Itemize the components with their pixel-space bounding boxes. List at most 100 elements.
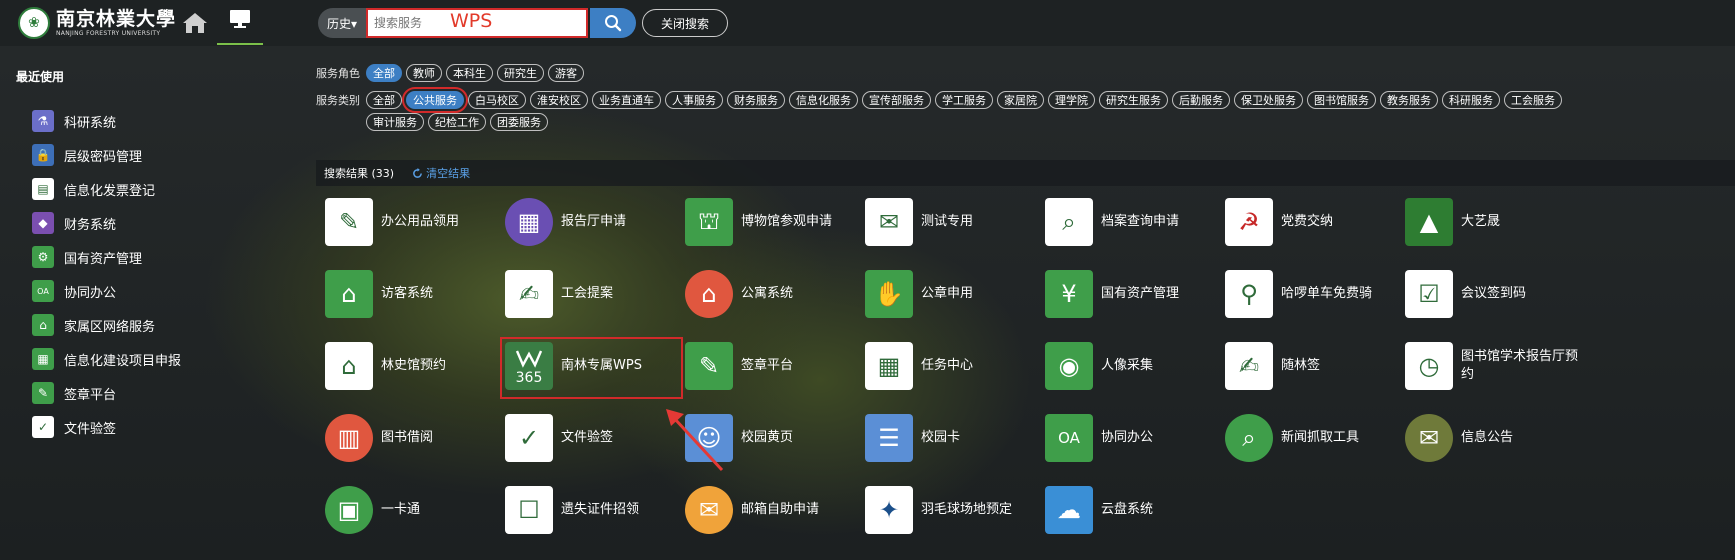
app-label: 一卡通 xyxy=(381,502,421,517)
recent-item[interactable]: ⚗ 科研系统 xyxy=(32,104,181,138)
filter-chip[interactable]: 淮安校区 xyxy=(530,91,588,109)
app-tile[interactable]: ☐ 遗失证件招领 xyxy=(505,484,695,536)
filter-chip[interactable]: 白马校区 xyxy=(468,91,526,109)
app-tile[interactable]: ✉ 信息公告 xyxy=(1405,412,1595,464)
app-tile[interactable]: ▦ 任务中心 xyxy=(865,340,1055,392)
filter-chip[interactable]: 宣传部服务 xyxy=(862,91,931,109)
filter-chip[interactable]: 全部 xyxy=(366,64,402,82)
filter-chip[interactable]: 纪检工作 xyxy=(428,113,486,131)
filter-chip[interactable]: 审计服务 xyxy=(366,113,424,131)
app-label: 人像采集 xyxy=(1101,358,1154,373)
app-tile[interactable]: ✦ 羽毛球场地预定 xyxy=(865,484,1055,536)
app-tile[interactable]: ✉ 测试专用 xyxy=(865,196,1055,248)
filter-chip[interactable]: 信息化服务 xyxy=(789,91,858,109)
filter-chip[interactable]: 全部 xyxy=(366,91,402,109)
app-tile[interactable]: ⌕ 档案查询申请 xyxy=(1045,196,1235,248)
app-tile[interactable]: ✎ 办公用品领用 xyxy=(325,196,515,248)
house-clock-icon: ⌂ xyxy=(325,342,373,390)
close-search-button[interactable]: 关闭搜索 xyxy=(642,9,728,37)
filter-chip[interactable]: 家居院 xyxy=(997,91,1044,109)
filter-chip[interactable]: 业务直通车 xyxy=(592,91,661,109)
card-badge-icon: ▣ xyxy=(325,486,373,534)
app-tile[interactable]: ✋ 公章申用 xyxy=(865,268,1055,320)
app-tile[interactable]: ✍ 工会提案 xyxy=(505,268,695,320)
recent-item[interactable]: 🔒 层级密码管理 xyxy=(32,138,181,172)
filter-chip[interactable]: 工会服务 xyxy=(1504,91,1562,109)
filter-chip[interactable]: 公共服务 xyxy=(402,87,468,113)
app-label: 公章申用 xyxy=(921,286,974,301)
filter-chip[interactable]: 人事服务 xyxy=(665,91,723,109)
university-logo[interactable]: ❀ 南京林業大學 NANJING FORESTRY UNIVERSITY xyxy=(18,7,176,39)
home-icon[interactable] xyxy=(182,12,208,34)
app-tile[interactable]: ☁ 云盘系统 xyxy=(1045,484,1235,536)
recent-item[interactable]: ⚙ 国有资产管理 xyxy=(32,240,181,274)
filter-chip[interactable]: 游客 xyxy=(548,64,584,82)
clear-results-link[interactable]: 清空结果 xyxy=(412,165,470,181)
app-tile[interactable]: ◉ 人像采集 xyxy=(1045,340,1235,392)
recent-item[interactable]: ▤ 信息化发票登记 xyxy=(32,172,181,206)
app-tile[interactable]: ☑ 会议签到码 xyxy=(1405,268,1595,320)
app-tile[interactable]: ⌂ 访客系统 xyxy=(325,268,515,320)
filter-chip[interactable]: 教务服务 xyxy=(1380,91,1438,109)
app-tile[interactable]: ▥ 图书借阅 xyxy=(325,412,515,464)
history-dropdown[interactable]: 历史▾ xyxy=(318,8,366,38)
app-tile[interactable]: ⌂ 公寓系统 xyxy=(685,268,875,320)
app-tile[interactable]: ▲ 大艺晟 xyxy=(1405,196,1595,248)
app-label: 随林签 xyxy=(1281,358,1321,373)
app-tile[interactable]: ✎ 签章平台 xyxy=(685,340,875,392)
filter-chip[interactable]: 科研服务 xyxy=(1442,91,1500,109)
filter-chip[interactable]: 团委服务 xyxy=(490,113,548,131)
recent-item[interactable]: OA 协同办公 xyxy=(32,274,181,308)
search-button[interactable] xyxy=(590,8,636,38)
recent-item[interactable]: ▦ 信息化建设项目申报 xyxy=(32,342,181,376)
filter-chip[interactable]: 教师 xyxy=(406,64,442,82)
filter-chip[interactable]: 研究生服务 xyxy=(1099,91,1168,109)
mail-icon: ✉ xyxy=(685,486,733,534)
archive-search-icon: ⌕ xyxy=(1045,198,1093,246)
app-tile[interactable]: ☭ 党费交纳 xyxy=(1225,196,1415,248)
desktop-tab[interactable] xyxy=(217,9,263,45)
filter-chip[interactable]: 后勤服务 xyxy=(1172,91,1230,109)
search-input[interactable] xyxy=(366,8,588,38)
app-tile[interactable]: ⚲ 哈啰单车免费骑 xyxy=(1225,268,1415,320)
filter-chip[interactable]: 本科生 xyxy=(446,64,493,82)
app-label: 校园黄页 xyxy=(741,430,794,445)
id-card-icon: ☰ xyxy=(865,414,913,462)
app-tile[interactable]: ⌂ 林史馆预约 xyxy=(325,340,515,392)
recent-item[interactable]: ◆ 财务系统 xyxy=(32,206,181,240)
app-tile[interactable]: ✉ 邮箱自助申请 xyxy=(685,484,875,536)
search-icon xyxy=(605,15,622,32)
badminton-icon: ✦ xyxy=(865,486,913,534)
recent-item[interactable]: ⌂ 家属区网络服务 xyxy=(32,308,181,342)
app-label: 图书馆学术报告厅预约 xyxy=(1461,349,1579,382)
recent-item[interactable]: ✓ 文件验签 xyxy=(32,410,181,444)
filter-chip[interactable]: 理学院 xyxy=(1048,91,1095,109)
recent-item-label: 国有资产管理 xyxy=(64,251,143,267)
app-tile[interactable]: ¥ 国有资产管理 xyxy=(1045,268,1235,320)
app-tile[interactable]: ⛫ 博物馆参观申请 xyxy=(685,196,875,248)
file-verify-icon: ✓ xyxy=(32,416,54,438)
filter-chip[interactable]: 研究生 xyxy=(497,64,544,82)
filter-chip[interactable]: 财务服务 xyxy=(727,91,785,109)
proposal-icon: ✍ xyxy=(505,270,553,318)
door-icon: ⌂ xyxy=(325,270,373,318)
book-icon: ▥ xyxy=(325,414,373,462)
app-tile[interactable]: ✍ 随林签 xyxy=(1225,340,1415,392)
app-tile[interactable]: ▦ 报告厅申请 xyxy=(505,196,695,248)
app-tile[interactable]: ⌕ 新闻抓取工具 xyxy=(1225,412,1415,464)
category-label: 服务类别 xyxy=(316,94,360,107)
app-tile[interactable]: ☰ 校园卡 xyxy=(865,412,1055,464)
app-tile[interactable]: ◷ 图书馆学术报告厅预约 xyxy=(1405,340,1595,392)
filter-chip[interactable]: 保卫处服务 xyxy=(1234,91,1303,109)
app-tile[interactable]: ▣ 一卡通 xyxy=(325,484,515,536)
app-tile[interactable]: OA 协同办公 xyxy=(1045,412,1235,464)
camera-icon: ◉ xyxy=(1045,342,1093,390)
recent-item-label: 层级密码管理 xyxy=(64,149,143,165)
family-icon: ⌂ xyxy=(32,314,54,336)
filter-chip[interactable]: 图书馆服务 xyxy=(1307,91,1376,109)
bike-icon: ⚲ xyxy=(1225,270,1273,318)
app-label: 工会提案 xyxy=(561,286,614,301)
filter-chip[interactable]: 学工服务 xyxy=(935,91,993,109)
party-fee-icon: ☭ xyxy=(1225,198,1273,246)
recent-item[interactable]: ✎ 签章平台 xyxy=(32,376,181,410)
